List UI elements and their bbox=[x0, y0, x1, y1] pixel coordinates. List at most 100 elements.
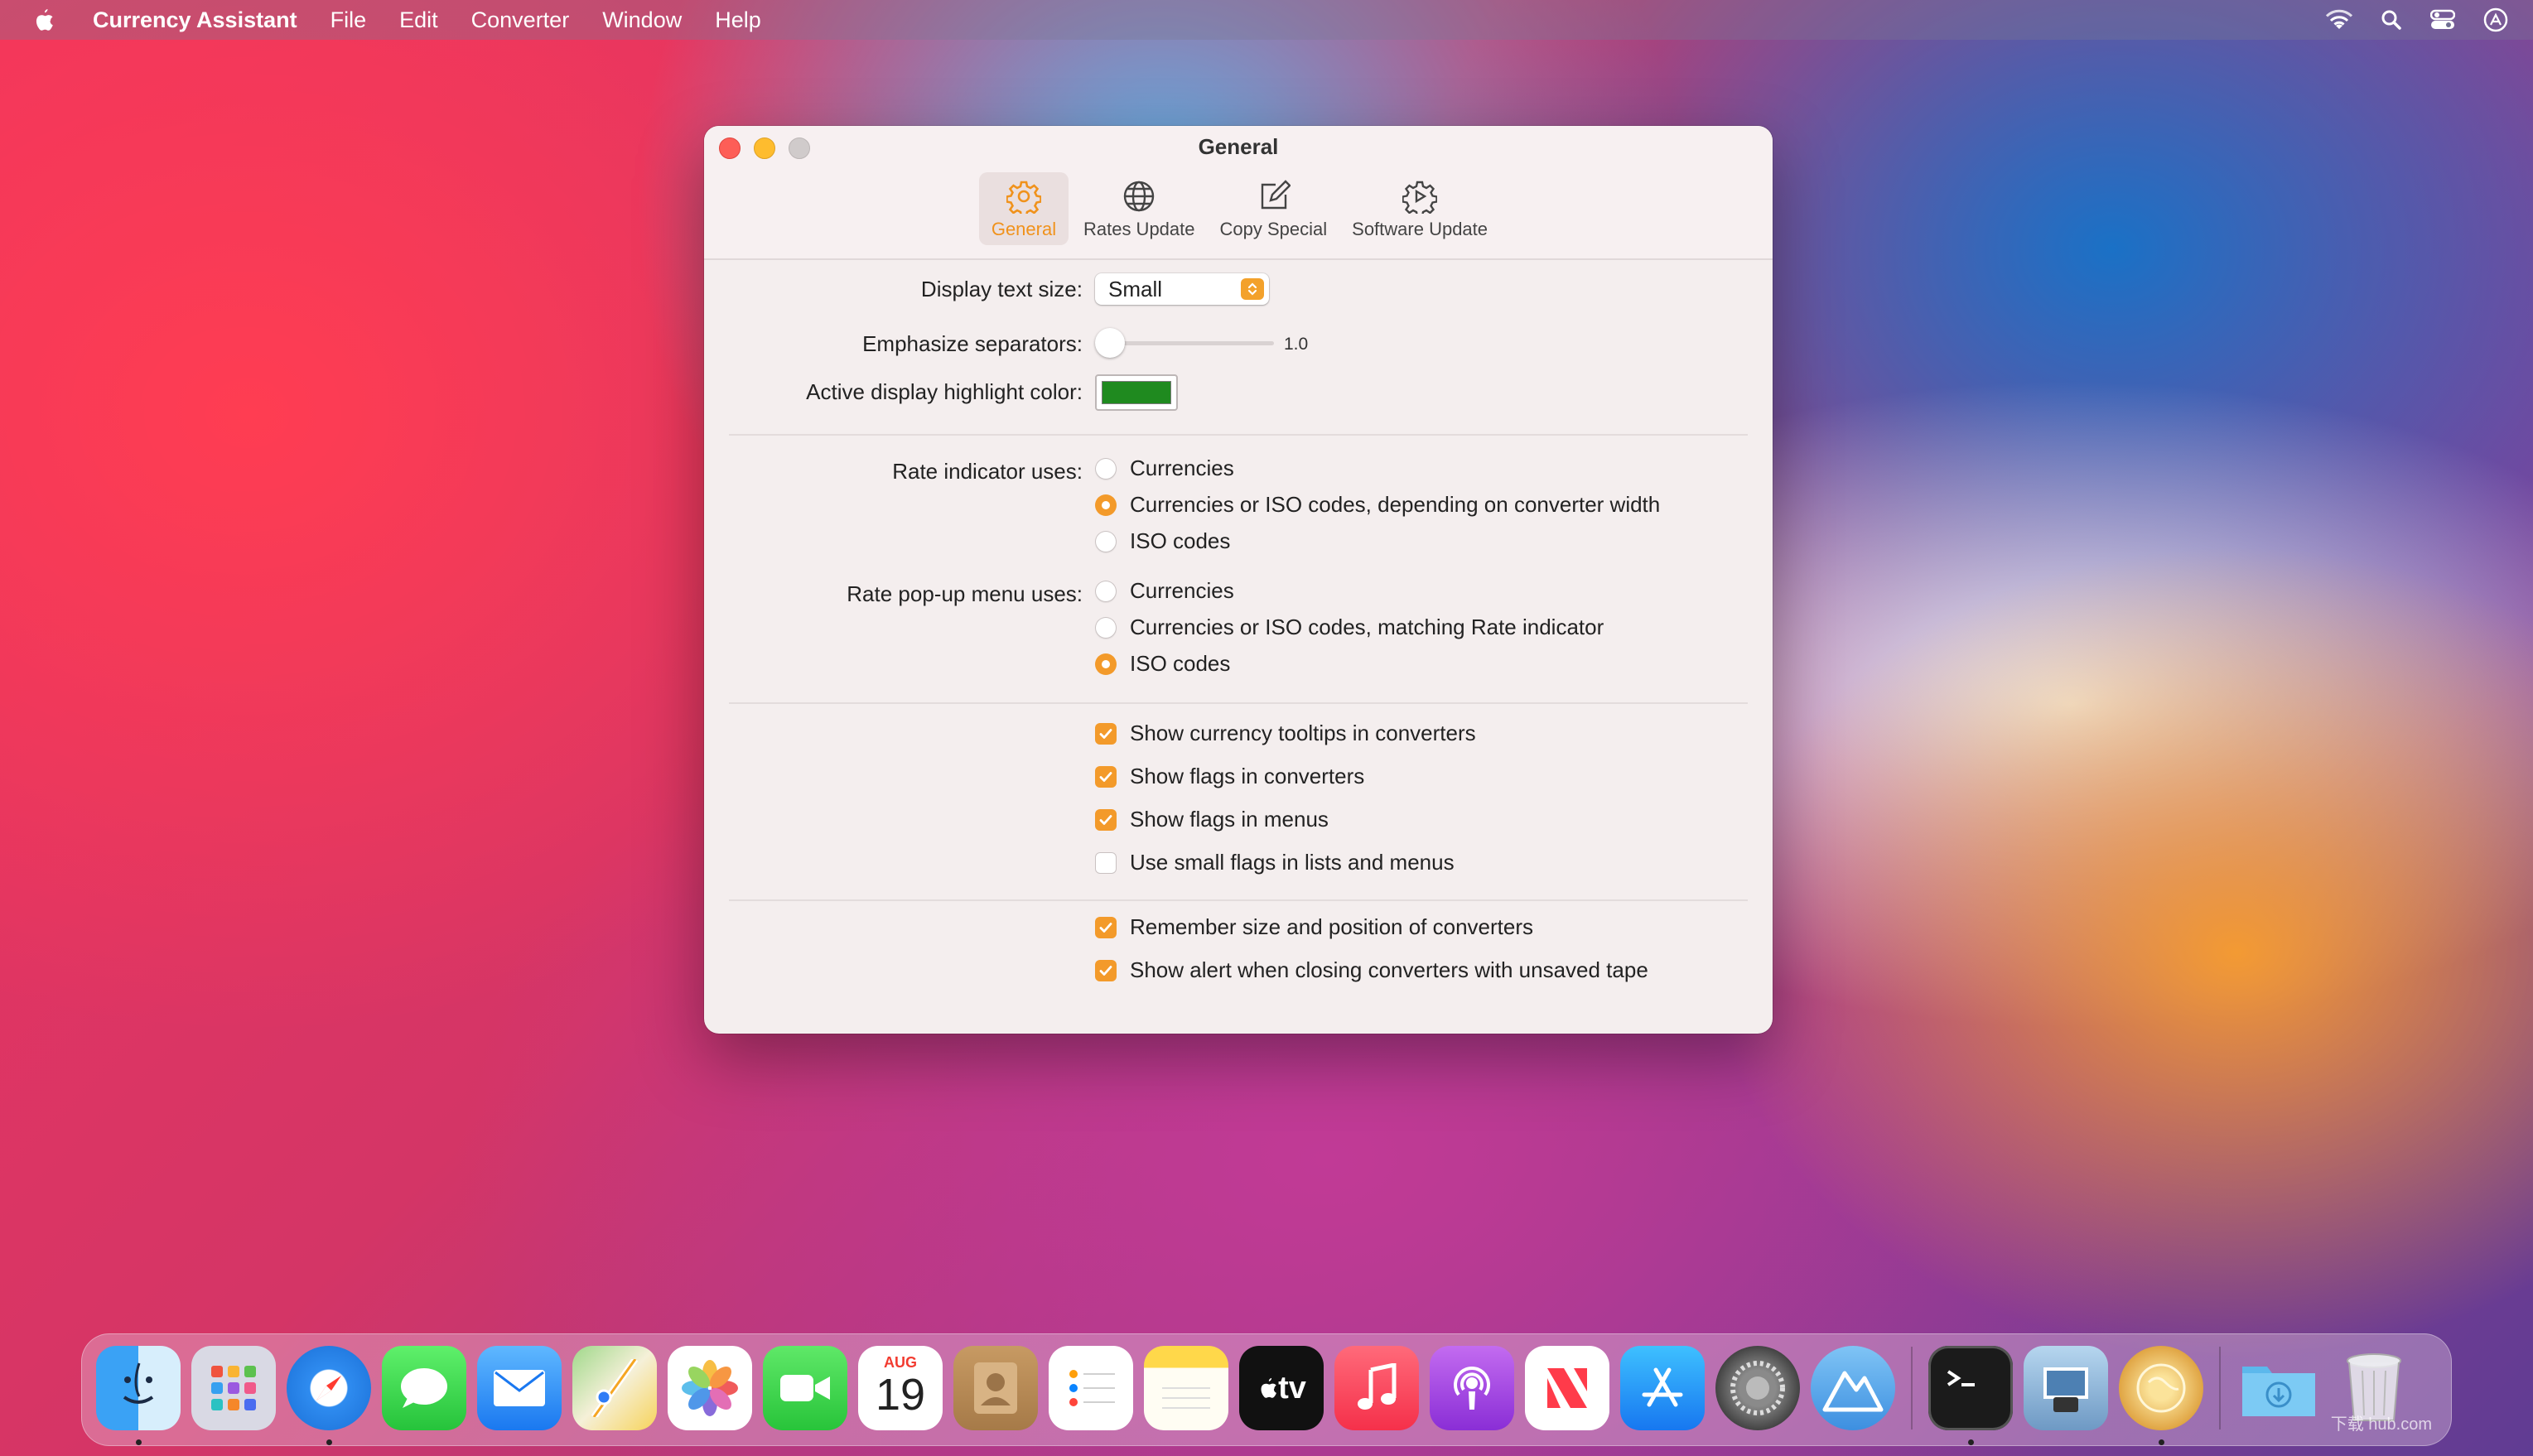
menu-edit[interactable]: Edit bbox=[399, 7, 438, 33]
running-indicator bbox=[1968, 1439, 1974, 1445]
remember-size-checkbox[interactable]: Remember size and position of converters bbox=[1095, 914, 1533, 940]
messages-icon[interactable] bbox=[382, 1346, 466, 1430]
rate-popup-option-matching[interactable]: Currencies or ISO codes, matching Rate i… bbox=[1095, 615, 1604, 640]
radio-label: Currencies bbox=[1130, 456, 1234, 480]
watermark: 下载 hub.com bbox=[2330, 1415, 2432, 1434]
launchpad-icon[interactable] bbox=[191, 1346, 276, 1430]
radio-button[interactable] bbox=[1095, 457, 1117, 480]
music-icon[interactable] bbox=[1334, 1346, 1419, 1430]
system-preferences-icon[interactable] bbox=[1715, 1346, 1800, 1430]
tab-software-update-label: Software Update bbox=[1352, 219, 1488, 239]
checkmark-icon bbox=[1099, 771, 1112, 782]
mail-icon[interactable] bbox=[477, 1346, 562, 1430]
safari-icon[interactable] bbox=[287, 1346, 371, 1445]
currency-assistant-icon[interactable] bbox=[1811, 1346, 1895, 1430]
window-title: General bbox=[1198, 134, 1279, 159]
preferences-window: General General Rates Update Copy Specia… bbox=[704, 126, 1773, 1034]
running-indicator bbox=[136, 1439, 142, 1445]
show-flags-converters-checkbox[interactable]: Show flags in converters bbox=[1095, 764, 1364, 789]
checkmark-icon bbox=[1099, 728, 1112, 739]
slider-knob[interactable] bbox=[1095, 328, 1125, 358]
app-store-icon[interactable] bbox=[1620, 1346, 1705, 1430]
radio-button[interactable] bbox=[1095, 580, 1117, 602]
checkbox[interactable] bbox=[1095, 959, 1117, 981]
downloads-folder-icon[interactable] bbox=[2236, 1346, 2321, 1430]
highlight-color-well[interactable] bbox=[1095, 374, 1178, 411]
notes-icon[interactable] bbox=[1144, 1346, 1228, 1430]
terminal-icon[interactable] bbox=[1928, 1346, 2013, 1445]
calendar-month: AUG bbox=[884, 1353, 917, 1371]
menu-app-name[interactable]: Currency Assistant bbox=[93, 7, 297, 33]
menu-file[interactable]: File bbox=[330, 7, 367, 33]
rate-popup-label: Rate pop-up menu uses: bbox=[847, 581, 1083, 606]
podcasts-icon[interactable] bbox=[1430, 1346, 1514, 1430]
radio-button[interactable] bbox=[1095, 653, 1117, 675]
gear-icon bbox=[1005, 177, 1043, 215]
rate-indicator-option-width[interactable]: Currencies or ISO codes, depending on co… bbox=[1095, 492, 1660, 518]
display-text-size-label: Display text size: bbox=[920, 277, 1083, 301]
spotlight-search-icon[interactable] bbox=[2381, 9, 2402, 31]
checkbox[interactable] bbox=[1095, 851, 1117, 874]
maps-icon[interactable] bbox=[572, 1346, 657, 1430]
checkbox[interactable] bbox=[1095, 722, 1117, 745]
globe-app-icon[interactable] bbox=[2119, 1346, 2203, 1445]
checkbox-label: Remember size and position of converters bbox=[1130, 914, 1534, 939]
apple-tv-icon[interactable]: tv bbox=[1239, 1346, 1324, 1430]
rate-indicator-label: Rate indicator uses: bbox=[892, 459, 1083, 484]
radio-button[interactable] bbox=[1095, 494, 1117, 516]
menu-window[interactable]: Window bbox=[602, 7, 682, 33]
tab-copy-special-label: Copy Special bbox=[1219, 219, 1328, 239]
control-center-icon[interactable] bbox=[2430, 9, 2455, 31]
menu-help[interactable]: Help bbox=[715, 7, 761, 33]
menu-converter[interactable]: Converter bbox=[471, 7, 570, 33]
contacts-icon[interactable] bbox=[953, 1346, 1038, 1430]
news-icon[interactable] bbox=[1525, 1346, 1609, 1430]
divider bbox=[729, 434, 1748, 436]
apple-tv-label: tv bbox=[1278, 1370, 1306, 1405]
display-text-size-popup[interactable]: Small bbox=[1095, 273, 1269, 305]
checkbox-label: Show flags in menus bbox=[1130, 807, 1329, 832]
checkbox[interactable] bbox=[1095, 916, 1117, 938]
finder-icon[interactable] bbox=[96, 1346, 181, 1445]
radio-button[interactable] bbox=[1095, 530, 1117, 552]
menu-bar: Currency Assistant File Edit Converter W… bbox=[0, 0, 2533, 40]
display-text-size-value: Small bbox=[1108, 276, 1163, 301]
apple-icon[interactable] bbox=[31, 7, 65, 33]
window-titlebar: General General Rates Update Copy Specia… bbox=[704, 126, 1773, 260]
globe-icon bbox=[1120, 177, 1158, 215]
show-flags-menus-checkbox[interactable]: Show flags in menus bbox=[1095, 807, 1329, 832]
radio-label: Currencies or ISO codes, matching Rate i… bbox=[1130, 615, 1604, 639]
tab-rates-update[interactable]: Rates Update bbox=[1074, 172, 1205, 245]
checkbox[interactable] bbox=[1095, 765, 1117, 788]
checkbox[interactable] bbox=[1095, 808, 1117, 831]
show-alert-closing-checkbox[interactable]: Show alert when closing converters with … bbox=[1095, 957, 1648, 983]
reminders-icon[interactable] bbox=[1049, 1346, 1133, 1430]
facetime-icon[interactable] bbox=[763, 1346, 847, 1430]
radio-button[interactable] bbox=[1095, 616, 1117, 639]
user-account-icon[interactable] bbox=[2483, 7, 2508, 32]
tab-general[interactable]: General bbox=[978, 172, 1069, 245]
radio-label: ISO codes bbox=[1130, 528, 1231, 553]
dock: AUG 19 tv 下载 hub.com bbox=[81, 1333, 2452, 1446]
tab-copy-special[interactable]: Copy Special bbox=[1210, 172, 1338, 245]
calendar-day: 19 bbox=[875, 1369, 926, 1420]
radio-label: Currencies or ISO codes, depending on co… bbox=[1130, 492, 1661, 517]
calendar-icon[interactable]: AUG 19 bbox=[858, 1346, 943, 1430]
show-currency-tooltips-checkbox[interactable]: Show currency tooltips in converters bbox=[1095, 721, 1476, 746]
photos-icon[interactable] bbox=[668, 1346, 752, 1430]
use-small-flags-checkbox[interactable]: Use small flags in lists and menus bbox=[1095, 850, 1455, 875]
checkbox-label: Show currency tooltips in converters bbox=[1130, 721, 1476, 745]
checkmark-icon bbox=[1099, 814, 1112, 825]
rate-indicator-option-currencies[interactable]: Currencies bbox=[1095, 456, 1234, 481]
checkmark-icon bbox=[1099, 922, 1112, 933]
checkbox-label: Show alert when closing converters with … bbox=[1130, 957, 1648, 982]
emphasize-separators-slider[interactable] bbox=[1095, 326, 1274, 359]
rate-popup-option-iso[interactable]: ISO codes bbox=[1095, 651, 1230, 677]
rate-popup-option-currencies[interactable]: Currencies bbox=[1095, 578, 1234, 604]
rate-indicator-option-iso[interactable]: ISO codes bbox=[1095, 528, 1230, 554]
tab-software-update[interactable]: Software Update bbox=[1342, 172, 1498, 245]
preview-icon[interactable] bbox=[2024, 1346, 2108, 1430]
wifi-icon[interactable] bbox=[2326, 9, 2352, 31]
divider bbox=[729, 899, 1748, 901]
software-update-icon bbox=[1401, 177, 1439, 215]
